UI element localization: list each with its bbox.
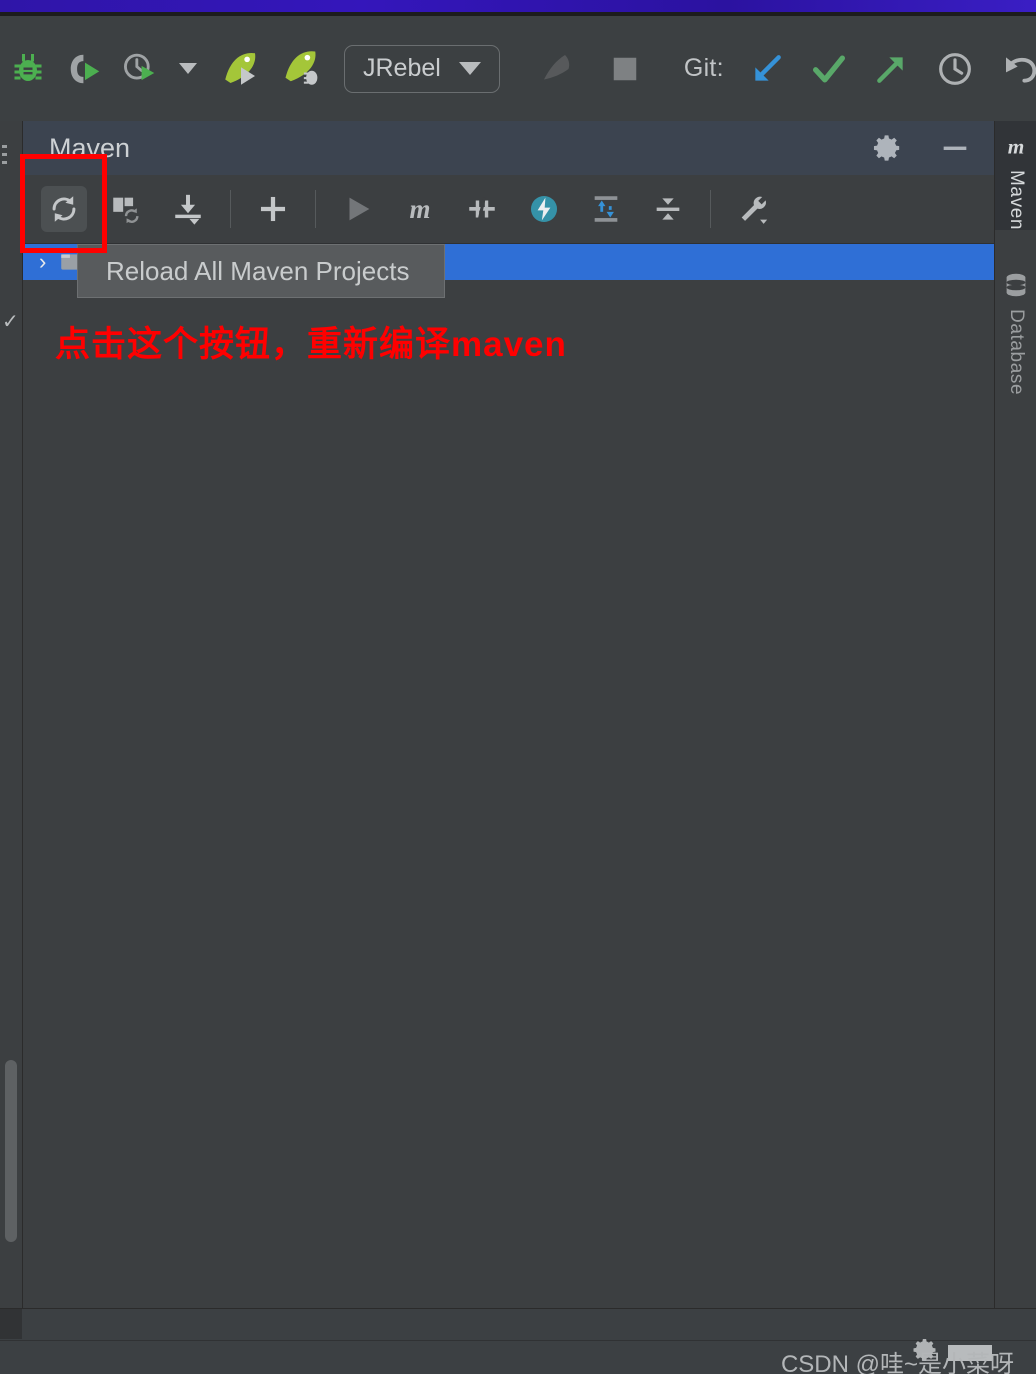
execute-maven-goal-button[interactable]: m bbox=[397, 186, 443, 232]
annotation-note-text: 点击这个按钮，重新编译maven bbox=[55, 325, 567, 364]
structure-lines-icon[interactable] bbox=[2, 145, 7, 175]
database-icon bbox=[1001, 270, 1031, 300]
maven-m-icon: m bbox=[1001, 131, 1031, 161]
profiler-dropdown-caret-icon[interactable] bbox=[166, 38, 210, 100]
toggle-skip-tests-button[interactable] bbox=[459, 186, 505, 232]
jrebel-label: JRebel bbox=[363, 54, 441, 82]
collapse-all-button[interactable] bbox=[645, 186, 691, 232]
debug-bug-icon[interactable] bbox=[0, 38, 56, 100]
application-window: JRebel Git: ✓ Maven m › m Maven Database… bbox=[0, 0, 1036, 1374]
maven-toolbar-divider-1 bbox=[230, 190, 231, 228]
left-checkmark-icon[interactable]: ✓ bbox=[2, 309, 19, 334]
jrebel-run-icon[interactable] bbox=[210, 38, 272, 100]
git-update-project-icon[interactable] bbox=[736, 38, 798, 100]
run-with-coverage-icon[interactable] bbox=[56, 38, 114, 100]
tool-strip-maven-label: Maven bbox=[1006, 170, 1027, 231]
maven-toolbar: m bbox=[23, 175, 994, 244]
title-accent-bar bbox=[0, 0, 1036, 12]
add-maven-project-button[interactable] bbox=[250, 186, 296, 232]
status-bar: CSDN @哇~是小菜呀 bbox=[0, 1308, 1036, 1374]
maven-tool-window: Maven m › bbox=[22, 121, 994, 1308]
status-bar-left-block bbox=[0, 1309, 22, 1339]
generate-sources-and-update-folders-button[interactable] bbox=[103, 186, 149, 232]
maven-tool-window-header: Maven bbox=[23, 121, 994, 175]
git-history-icon[interactable] bbox=[922, 38, 988, 100]
reload-all-maven-projects-tooltip: Reload All Maven Projects bbox=[77, 244, 445, 298]
left-scrollbar-thumb[interactable] bbox=[5, 1060, 17, 1242]
stop-icon[interactable] bbox=[594, 38, 656, 100]
jrebel-debug-icon[interactable] bbox=[272, 38, 334, 100]
profiler-icon[interactable] bbox=[114, 38, 166, 100]
tool-strip-database-label: Database bbox=[1006, 309, 1027, 396]
svg-text:m: m bbox=[1008, 135, 1025, 159]
maven-toolbar-divider-2 bbox=[315, 190, 316, 228]
chevron-down-icon bbox=[458, 62, 481, 75]
jrebel-dropdown-button[interactable]: JRebel bbox=[344, 38, 500, 100]
status-bar-divider bbox=[0, 1340, 1036, 1341]
left-tool-strip: ✓ bbox=[0, 121, 22, 1336]
chevron-right-icon[interactable]: › bbox=[39, 251, 46, 273]
tool-strip-maven[interactable]: m Maven bbox=[995, 121, 1036, 231]
maven-settings-wrench-button[interactable] bbox=[730, 186, 776, 232]
annotation-highlight-box bbox=[20, 154, 107, 253]
expand-all-button[interactable] bbox=[583, 186, 629, 232]
hide-tool-window-icon[interactable] bbox=[938, 131, 972, 165]
build-hammer-icon[interactable] bbox=[522, 38, 594, 100]
run-maven-build-button[interactable] bbox=[335, 186, 381, 232]
right-tool-strip: m Maven Database bbox=[994, 121, 1036, 1308]
tooltip-text: Reload All Maven Projects bbox=[106, 255, 410, 286]
maven-projects-tree: › bbox=[23, 244, 994, 1308]
download-sources-and-documentation-button[interactable] bbox=[165, 186, 211, 232]
git-label: Git: bbox=[683, 54, 724, 82]
maven-settings-gear-icon[interactable] bbox=[870, 131, 904, 165]
tool-strip-database[interactable]: Database bbox=[995, 260, 1036, 395]
git-commit-icon[interactable] bbox=[798, 38, 860, 100]
toggle-offline-mode-button[interactable] bbox=[521, 186, 567, 232]
svg-text:m: m bbox=[409, 194, 430, 224]
csdn-watermark: CSDN @哇~是小菜呀 bbox=[780, 1351, 1014, 1374]
main-toolbar: JRebel Git: bbox=[0, 16, 1036, 121]
maven-toolbar-divider-3 bbox=[710, 190, 711, 228]
git-push-icon[interactable] bbox=[860, 38, 922, 100]
git-rollback-icon[interactable] bbox=[988, 38, 1036, 100]
